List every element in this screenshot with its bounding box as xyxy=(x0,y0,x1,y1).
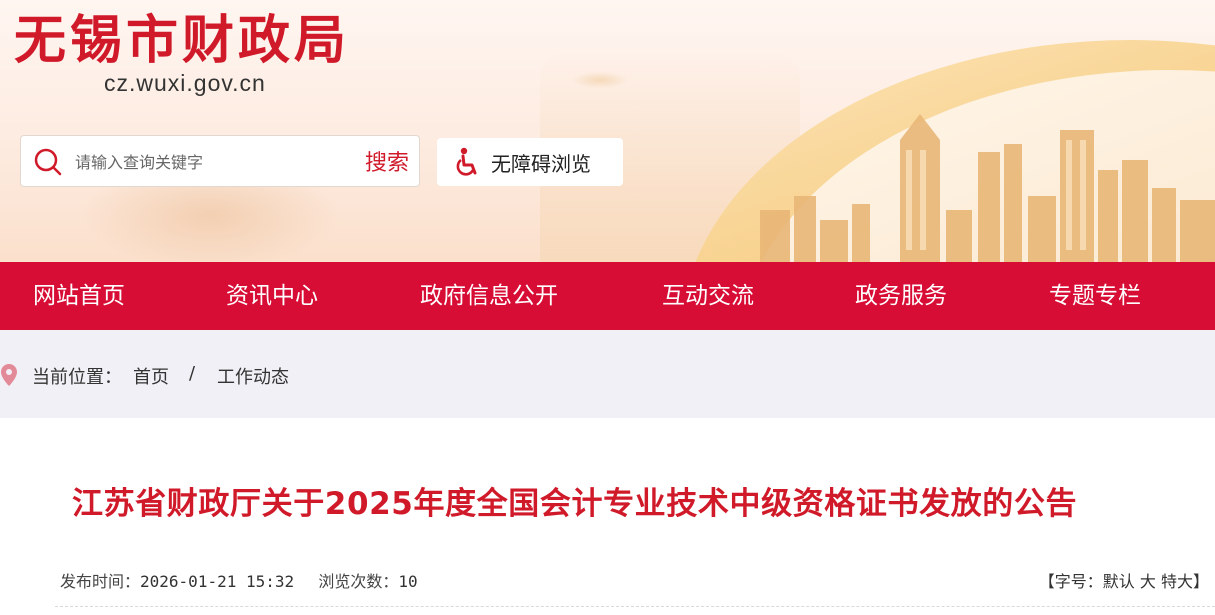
font-size-default-option[interactable]: 默认 xyxy=(1103,572,1135,591)
site-domain: cz.wuxi.gov.cn xyxy=(104,70,266,96)
search-input[interactable] xyxy=(73,146,347,178)
breadcrumb-separator: / xyxy=(189,363,196,384)
search-button[interactable]: 搜索 xyxy=(365,145,409,177)
nav-item-news[interactable]: 资讯中心 xyxy=(226,262,318,330)
city-skyline-illustration xyxy=(760,114,1215,262)
nav-item-topics[interactable]: 专题专栏 xyxy=(1049,262,1141,330)
site-logo-title[interactable]: 无锡市财政局 xyxy=(14,8,350,74)
breadcrumb-home-link[interactable]: 首页 xyxy=(133,363,169,389)
views-label: 浏览次数： xyxy=(318,572,399,591)
breadcrumb: 当前位置： 首页 / 工作动态 xyxy=(0,330,1215,418)
main-nav: 网站首页 资讯中心 政府信息公开 互动交流 政务服务 专题专栏 xyxy=(0,262,1215,330)
font-size-switcher: 【字号：默认 大 特大】 xyxy=(1039,568,1209,592)
nav-item-interaction[interactable]: 互动交流 xyxy=(662,262,754,330)
publish-time-label: 发布时间： xyxy=(60,572,141,591)
accessibility-label: 无障碍浏览 xyxy=(491,151,591,176)
article-title: 江苏省财政厅关于2025年度全国会计专业技术中级资格证书发放的公告 xyxy=(72,486,1078,522)
nav-item-services[interactable]: 政务服务 xyxy=(855,262,947,330)
font-size-close-bracket: 】 xyxy=(1192,572,1209,591)
search-box: 搜索 xyxy=(20,135,420,187)
nav-item-gov-info[interactable]: 政府信息公开 xyxy=(420,262,558,330)
wheelchair-icon xyxy=(456,147,477,176)
font-size-label: 【字号： xyxy=(1038,572,1103,591)
article-meta: 发布时间：2026-01-21 15:32 浏览次数：10 xyxy=(60,568,418,592)
nav-item-home[interactable]: 网站首页 xyxy=(33,262,125,330)
views-count: 10 xyxy=(398,572,418,591)
font-size-xlarge-option[interactable]: 特大 xyxy=(1161,572,1193,591)
accessibility-button[interactable]: 无障碍浏览 xyxy=(437,138,623,186)
location-pin-icon xyxy=(1,364,17,386)
search-icon[interactable] xyxy=(33,147,63,177)
header-banner: 无锡市财政局 cz.wuxi.gov.cn 搜索 无障碍浏览 xyxy=(0,0,1215,262)
font-size-large-option[interactable]: 大 xyxy=(1140,572,1156,591)
breadcrumb-prefix: 当前位置： xyxy=(32,367,122,388)
meta-divider xyxy=(55,606,1215,607)
publish-time-value: 2026-01-21 15:32 xyxy=(140,572,295,591)
breadcrumb-current-link[interactable]: 工作动态 xyxy=(217,363,289,389)
